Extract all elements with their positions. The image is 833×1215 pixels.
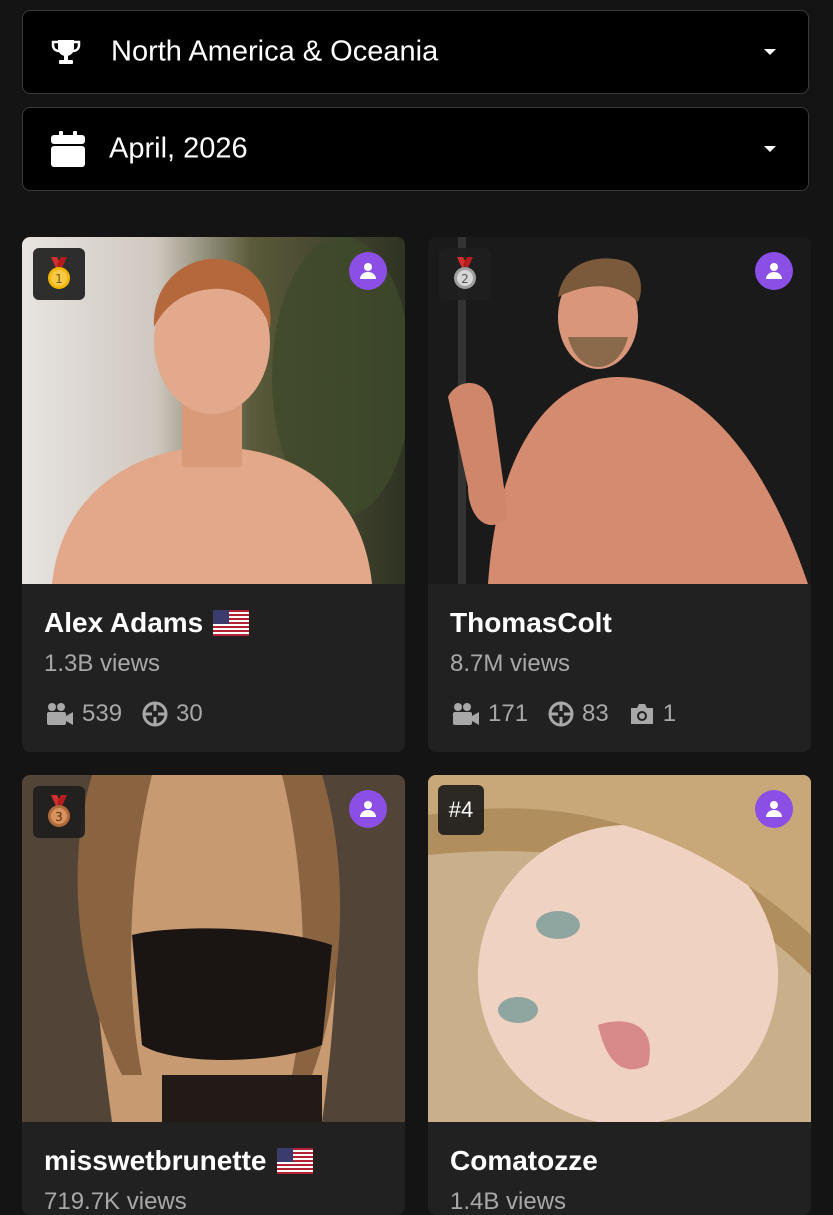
profile-button[interactable] [755,790,793,828]
video-camera-icon [453,703,479,725]
svg-text:2: 2 [461,272,469,286]
view-count: 8.7M views [450,650,571,677]
chevron-down-icon [764,49,776,55]
creator-photo [428,775,811,1122]
calendar-icon [51,131,85,167]
creator-card[interactable]: 3 misswetbrunette 719.7K views [22,775,405,1215]
gold-medal-icon: 1 [48,257,70,289]
creator-name[interactable]: Alex Adams [44,607,250,639]
chevron-down-icon [764,146,776,152]
user-icon [766,263,782,279]
stats-row: 171 83 1 [452,700,676,728]
region-select-value: North America & Oceania [111,35,439,68]
aperture-icon [142,701,168,727]
profile-button[interactable] [349,252,387,290]
bronze-medal-icon: 3 [48,795,70,827]
svg-text:1: 1 [55,272,63,286]
svg-text:3: 3 [55,810,63,824]
photo-count: 1 [629,700,676,728]
period-select-value: April, 2026 [109,132,248,165]
us-flag-icon [213,610,250,636]
video-camera-icon [47,703,73,725]
aperture-icon [548,701,574,727]
rank-badge: #4 [438,785,484,835]
user-icon [360,263,376,279]
profile-button[interactable] [349,790,387,828]
period-select[interactable]: April, 2026 [22,107,809,191]
view-count: 1.3B views [44,650,161,677]
creator-name[interactable]: Comatozze [450,1145,598,1177]
trophy-icon [51,38,81,66]
creator-name[interactable]: ThomasColt [450,607,612,639]
us-flag-icon [276,1148,313,1174]
video-count: 171 [452,700,528,728]
view-count: 1.4B views [450,1188,567,1215]
silver-medal-icon: 2 [454,257,476,289]
region-select[interactable]: North America & Oceania [22,10,809,94]
rank-badge: 3 [33,786,85,838]
user-icon [360,801,376,817]
view-count: 719.7K views [44,1188,187,1215]
rank-badge: 1 [33,248,85,300]
video-count: 539 [46,700,122,728]
photo-set-count: 30 [142,700,203,728]
photo-set-count: 83 [548,700,609,728]
creator-card[interactable]: 2 ThomasColt 8.7M views 171 83 1 [428,237,811,752]
creator-name[interactable]: misswetbrunette [44,1145,313,1177]
camera-icon [630,704,653,724]
rank-badge: 2 [439,248,491,300]
profile-button[interactable] [755,252,793,290]
creator-card[interactable]: 1 Alex Adams 1.3B views 539 30 [22,237,405,752]
stats-row: 539 30 [46,700,203,728]
user-icon [766,801,782,817]
creator-card[interactable]: #4 Comatozze 1.4B views [428,775,811,1215]
